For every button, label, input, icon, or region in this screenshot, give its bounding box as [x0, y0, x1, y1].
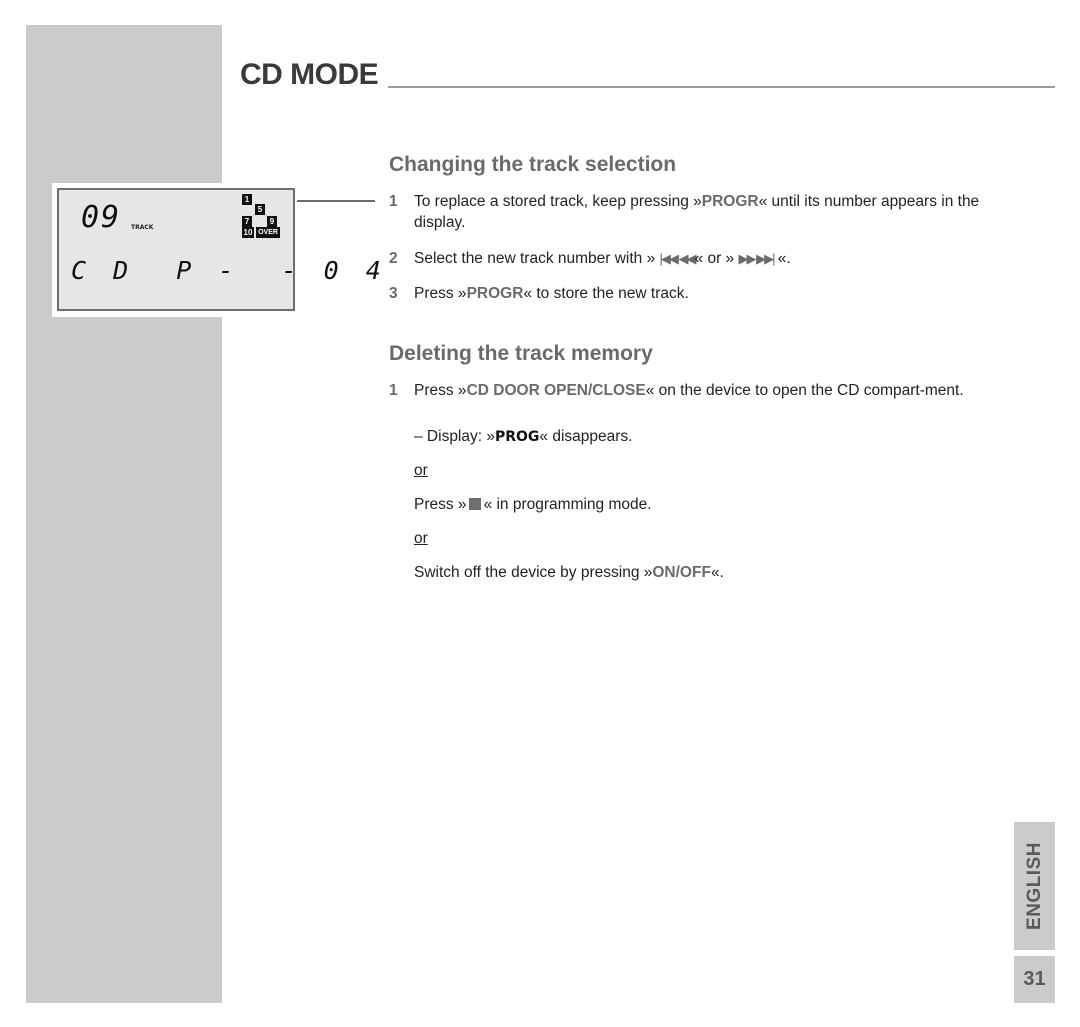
keyword-progr: PROGR — [466, 285, 524, 302]
language-tab: ENGLISH — [1014, 822, 1055, 950]
step-text: To replace a stored track, keep pressing… — [414, 193, 980, 231]
forward-skip-forward-icon: ▶▶ ▶▶| — [738, 251, 775, 266]
lcd-line-2: C D P - - 0 4 — [71, 256, 387, 285]
page-title: CD MODE — [240, 58, 379, 91]
lcd-indicator-9: 9 — [267, 216, 277, 227]
lcd-track-number: 09 — [81, 200, 122, 235]
alt-stop-instruction: Press » « in programming mode. — [414, 496, 652, 513]
heading-changing-track-selection: Changing the track selection — [389, 153, 677, 176]
step-text: Select the new track number with » |◀◀ ◀… — [414, 250, 791, 267]
lcd-indicator-1: 1 — [242, 194, 252, 205]
step-number: 2 — [389, 250, 398, 267]
or-separator-2: or — [414, 530, 428, 547]
alt-power-off-instruction: Switch off the device by pressing »ON/OF… — [414, 564, 724, 581]
lcd-indicator-5: 5 — [255, 204, 265, 215]
lcd-track-label: TRACK — [131, 224, 154, 231]
display-note: – Display: »PROG« disappears. — [414, 428, 633, 445]
lcd-indicator-10: 10 — [242, 227, 254, 238]
title-rule — [388, 86, 1055, 88]
heading-deleting-track-memory: Deleting the track memory — [389, 342, 653, 365]
sidebar-band — [26, 25, 222, 1003]
keyword-on-off: ON/OFF — [652, 564, 711, 581]
keyword-prog: PROG — [494, 429, 540, 445]
lcd-indicator-over: OVER — [256, 227, 280, 238]
step-number: 3 — [389, 285, 398, 302]
lcd-indicator-7: 7 — [242, 216, 252, 227]
skip-back-rewind-icon: |◀◀ ◀◀ — [659, 251, 697, 266]
page-number: 31 — [1014, 956, 1055, 1003]
lcd-display-illustration: 09 TRACK 1 5 7 9 10 OVER C D P - - 0 4 — [57, 188, 381, 311]
or-separator-1: or — [414, 462, 428, 479]
step-text: Press »CD DOOR OPEN/CLOSE« on the device… — [414, 382, 964, 399]
step-number: 1 — [389, 382, 398, 399]
step-number: 1 — [389, 193, 398, 210]
step-text: Press »PROGR« to store the new track. — [414, 285, 689, 302]
keyword-progr: PROGR — [701, 193, 759, 210]
callout-connector-line — [297, 200, 375, 202]
stop-icon — [468, 498, 481, 510]
keyword-cd-door-open-close: CD DOOR OPEN/CLOSE — [466, 382, 646, 399]
